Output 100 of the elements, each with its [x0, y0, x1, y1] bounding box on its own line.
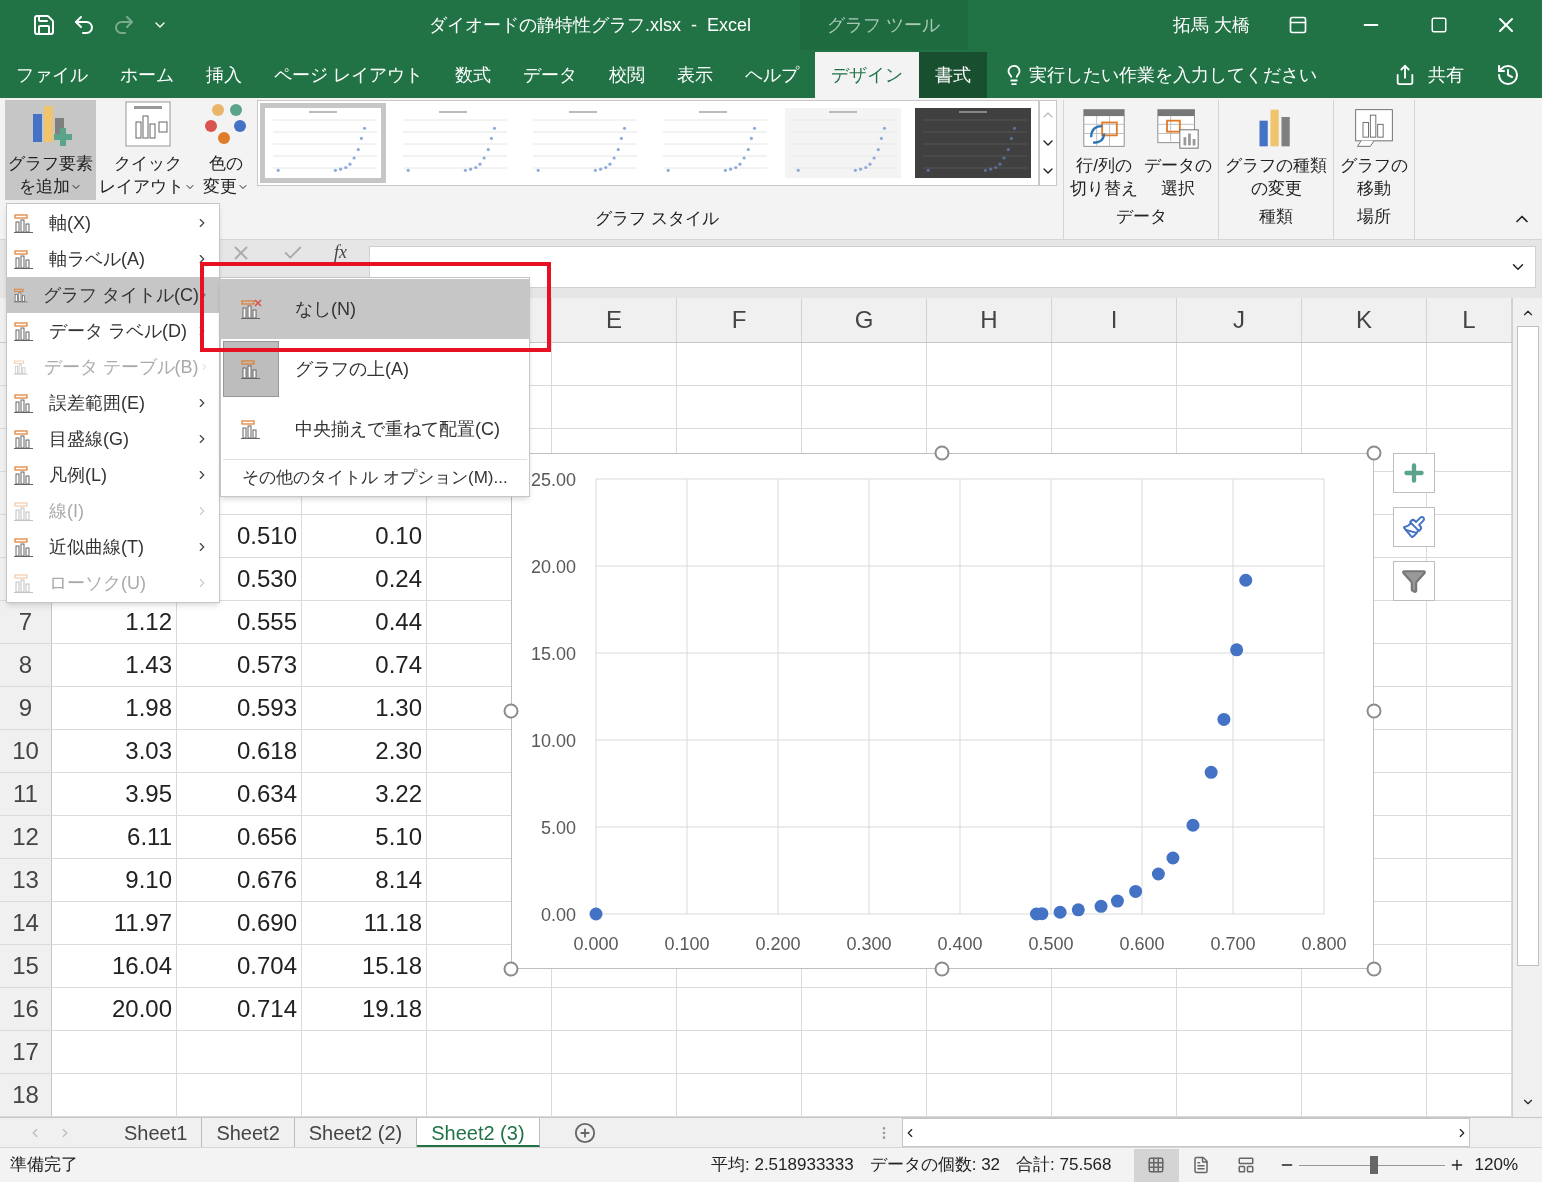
bar-chart-icon: [13, 536, 35, 558]
column-header[interactable]: G: [854, 302, 874, 338]
filter-icon: [1401, 568, 1427, 594]
ribbon-tab[interactable]: 表示: [661, 52, 729, 98]
menu-item[interactable]: 軸ラベル(A): [7, 241, 219, 277]
chart-style-thumbnail[interactable]: [260, 103, 386, 183]
axis-label: 20.00: [530, 557, 576, 577]
bar-chart-icon: [13, 248, 35, 270]
column-header[interactable]: I: [1110, 302, 1118, 338]
menu-item[interactable]: 誤差範囲(E): [7, 385, 219, 421]
group-label: 種類: [1259, 206, 1293, 228]
zoom-thumb[interactable]: [1370, 1156, 1379, 1174]
axis-label: 0.400: [937, 934, 983, 954]
resize-handle[interactable]: [1366, 961, 1382, 977]
table-cell-text: 8.14: [375, 865, 422, 895]
ribbon-tab[interactable]: ホーム: [104, 52, 190, 98]
table-cell-text: 15.18: [361, 951, 422, 981]
vertical-scrollbar[interactable]: [1512, 298, 1542, 1117]
menu-item[interactable]: 目盛線(G): [7, 421, 219, 457]
ribbon-display-icon[interactable]: [1288, 15, 1308, 35]
status-average: 平均: 2.518933333: [711, 1154, 854, 1177]
ribbon-button[interactable]: グラフの 移動: [1337, 100, 1411, 200]
ribbon-tab[interactable]: ページ レイアウト: [258, 52, 439, 98]
ribbon-tab[interactable]: デザイン: [815, 52, 919, 98]
menu-item[interactable]: グラフの上(A): [221, 339, 529, 399]
table-cell-text: 0.634: [236, 779, 297, 809]
ribbon-button[interactable]: 行/列の 切り替え: [1067, 100, 1141, 200]
menu-item[interactable]: データ ラベル(D): [7, 313, 219, 349]
menu-item[interactable]: なし(N): [221, 279, 529, 339]
formula-field[interactable]: [369, 246, 1536, 288]
maximize-icon[interactable]: [1430, 16, 1448, 34]
menu-item[interactable]: 凡例(L): [7, 457, 219, 493]
ribbon-tab[interactable]: ヘルプ: [729, 52, 815, 98]
resize-handle[interactable]: [934, 445, 950, 461]
table-cell-text: 0.10: [375, 521, 422, 551]
bar-chart-icon: [13, 500, 35, 522]
ribbon-tab[interactable]: 書式: [919, 52, 987, 98]
column-header[interactable]: E: [606, 302, 622, 338]
horizontal-scrollbar[interactable]: [901, 1118, 1470, 1147]
axis-label: 0.000: [573, 934, 619, 954]
resize-handle[interactable]: [503, 703, 519, 719]
add-sheet-icon[interactable]: [573, 1121, 596, 1144]
table-cell-text: 0.593: [236, 693, 297, 723]
function-button[interactable]: fx: [334, 242, 347, 262]
sheet-tab[interactable]: Sheet2 (3): [417, 1118, 540, 1147]
column-header[interactable]: L: [1462, 302, 1476, 338]
chart-elements-button[interactable]: [1393, 453, 1435, 493]
bar-chart-icon: [13, 464, 35, 486]
table-cell-text: 6.11: [127, 822, 172, 852]
ribbon-tab[interactable]: ファイル: [0, 52, 104, 98]
ribbon-button[interactable]: 色の 変更: [199, 100, 253, 200]
chart-filters-button[interactable]: [1393, 561, 1435, 601]
ribbon-tab[interactable]: データ: [507, 52, 593, 98]
chart-title-icon: [240, 358, 262, 380]
data-point: [1094, 899, 1108, 913]
group-label: 場所: [1357, 206, 1391, 228]
view-button[interactable]: [1133, 1148, 1179, 1182]
paintbrush-icon: [1402, 515, 1426, 539]
save-icon[interactable]: [32, 13, 56, 37]
axis-label: 0.800: [1301, 934, 1347, 954]
ribbon-button[interactable]: グラフ要素 を追加: [5, 100, 96, 200]
menu-item[interactable]: 軸(X): [7, 205, 219, 241]
chart-title-icon: [240, 418, 262, 440]
column-header[interactable]: F: [731, 302, 747, 338]
axis-label: 25.00: [530, 470, 576, 490]
menu-item[interactable]: グラフ タイトル(C): [7, 277, 219, 313]
chart-styles-button[interactable]: [1393, 507, 1435, 547]
resize-handle[interactable]: [503, 961, 519, 977]
ribbon-tab[interactable]: 挿入: [190, 52, 258, 98]
bar-chart-icon: [13, 320, 35, 342]
chart-area[interactable]: 0.00 5.00 10.00 15.00 20.00 25.00 0.000 0.100 0.200 0.300 0.400 0.500 0.600 0.700 0.800: [511, 453, 1374, 969]
status-text: 準備完了: [10, 1154, 78, 1177]
resize-handle[interactable]: [1366, 445, 1382, 461]
ribbon-button[interactable]: データの 選択: [1141, 100, 1215, 200]
table-cell-text: 0.24: [375, 564, 422, 594]
ribbon-tab[interactable]: 校閲: [593, 52, 661, 98]
table-cell-text: 0.656: [236, 822, 297, 852]
data-point: [1186, 818, 1200, 832]
tell-me-field[interactable]: 実行したい作業を入力してください: [987, 52, 1333, 98]
axis-label: 0.00: [540, 905, 576, 925]
data-point: [1204, 765, 1218, 779]
status-sum: 合計: 75.568: [1016, 1154, 1112, 1177]
menu-item[interactable]: 近似曲線(T): [7, 529, 219, 565]
page-view-icon: [1192, 1156, 1210, 1174]
history-icon[interactable]: [1496, 63, 1520, 87]
zoom-slider[interactable]: [1298, 1156, 1445, 1174]
column-header[interactable]: K: [1356, 302, 1372, 338]
undo-icon[interactable]: [72, 13, 96, 37]
page-break-icon: [1237, 1156, 1255, 1174]
ribbon-tab[interactable]: 数式: [439, 52, 507, 98]
table-cell-text: 0.573: [236, 650, 297, 680]
share-button[interactable]: 共有: [1394, 52, 1464, 98]
column-header[interactable]: H: [980, 302, 998, 338]
share-icon: [1394, 64, 1416, 86]
table-cell-text: 1.30: [375, 693, 422, 723]
ribbon-button[interactable]: グラフの種類 の変更: [1222, 100, 1330, 200]
column-header[interactable]: J: [1233, 302, 1245, 338]
axis-label: 10.00: [530, 731, 576, 751]
ribbon-button[interactable]: クイック レイアウト: [96, 100, 199, 200]
data-point: [1071, 903, 1085, 917]
